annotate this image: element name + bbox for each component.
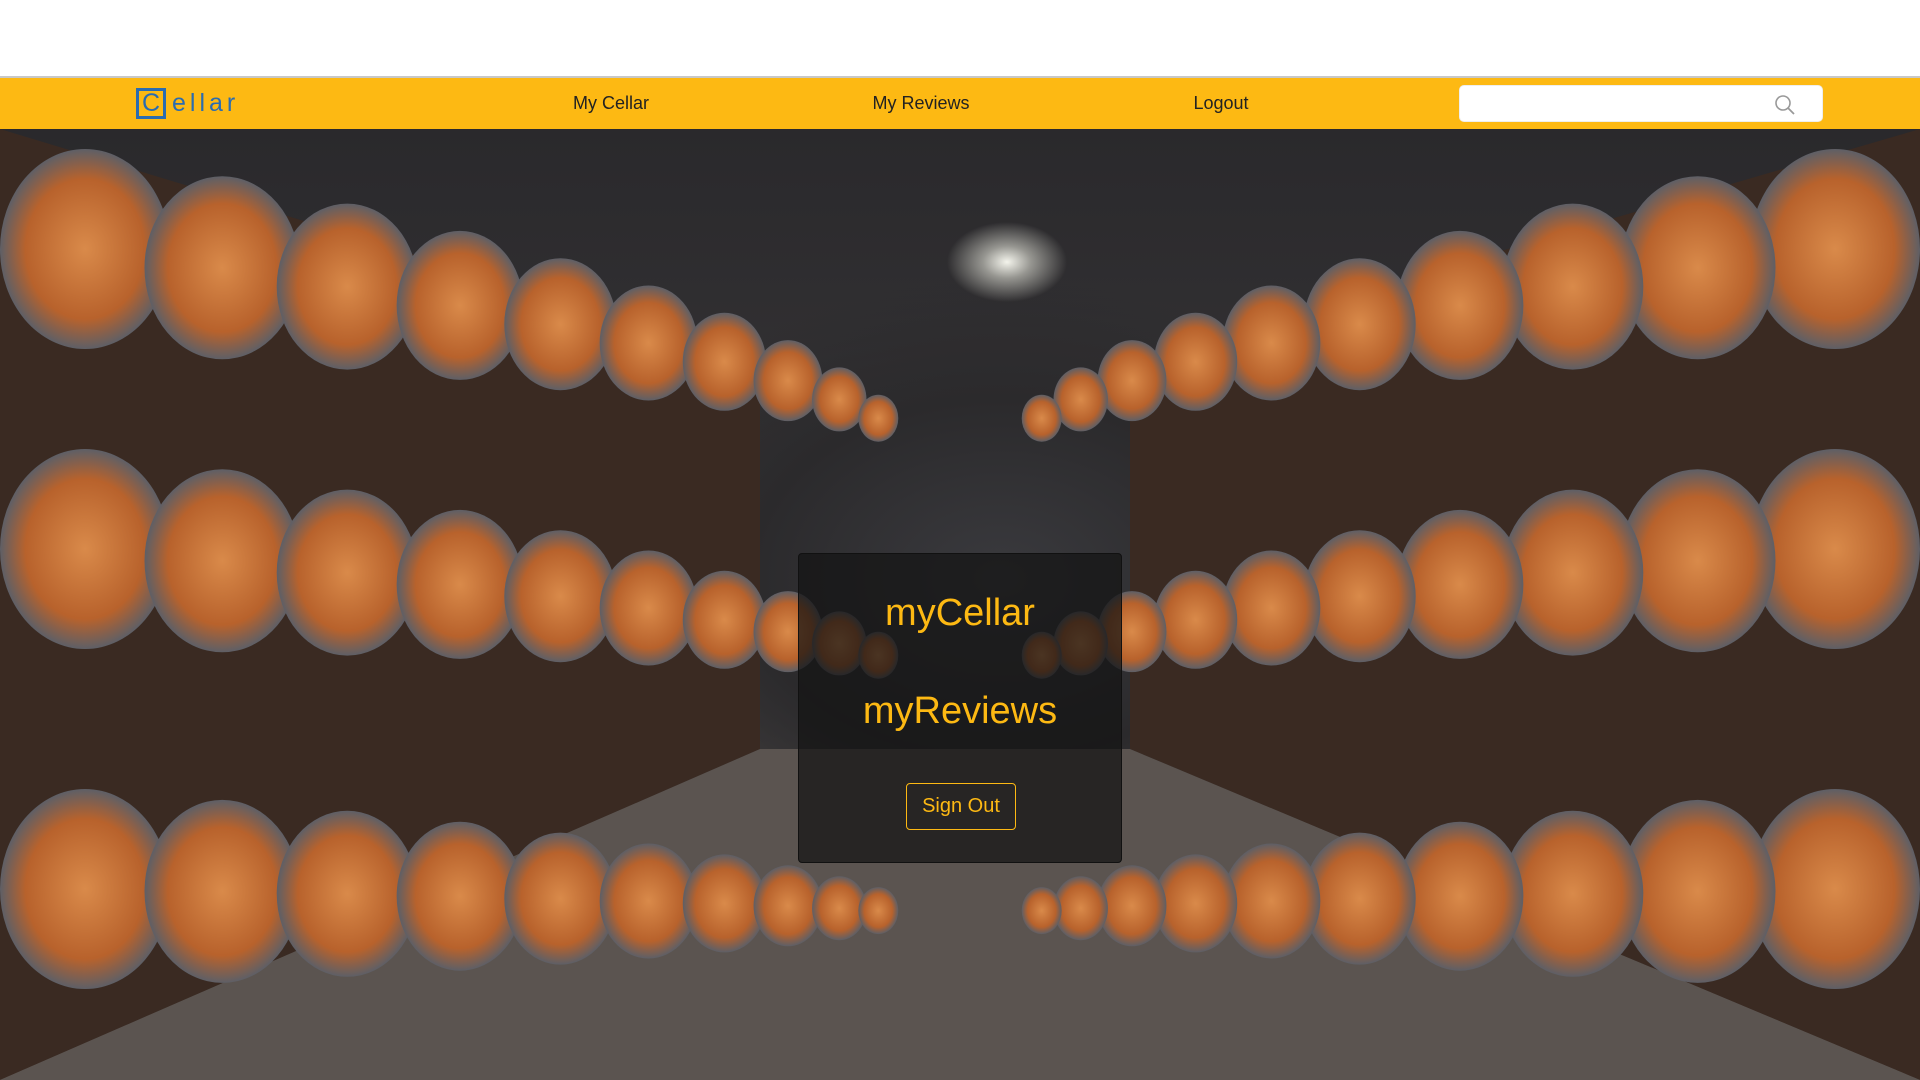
browser-top-area	[0, 0, 1920, 78]
nav-my-reviews[interactable]: My Reviews	[872, 78, 969, 129]
barrel	[504, 258, 617, 391]
barrel	[1396, 509, 1524, 659]
barrel	[753, 865, 823, 947]
barrel	[599, 550, 698, 666]
barrel	[599, 285, 698, 401]
search-input[interactable]	[1460, 86, 1760, 121]
barrel	[1053, 367, 1108, 432]
barrel	[1097, 340, 1167, 422]
logo-text: ellar	[172, 89, 240, 117]
barrel	[1021, 887, 1062, 935]
barrel	[1750, 789, 1920, 989]
barrel	[1303, 832, 1416, 965]
barrel	[1222, 285, 1321, 401]
barrel	[0, 149, 170, 349]
my-reviews-link[interactable]: myReviews	[799, 690, 1121, 733]
barrel	[144, 176, 301, 360]
my-cellar-link[interactable]: myCellar	[799, 592, 1121, 635]
barrel	[1502, 203, 1644, 370]
barrel	[682, 854, 767, 953]
barrel	[276, 489, 418, 656]
barrel	[1750, 149, 1920, 349]
sign-out-button[interactable]: Sign Out	[906, 783, 1016, 830]
barrel	[1153, 312, 1238, 411]
barrel	[682, 312, 767, 411]
search-box	[1459, 85, 1823, 122]
barrel	[504, 832, 617, 965]
barrel	[144, 799, 301, 983]
barrel	[1222, 843, 1321, 959]
barrel	[812, 876, 867, 941]
barrel	[1396, 230, 1524, 380]
barrel	[1502, 810, 1644, 977]
navbar: C ellar My Cellar My Reviews Logout	[0, 78, 1920, 129]
barrel	[276, 810, 418, 977]
barrel	[1396, 821, 1524, 971]
barrel	[1750, 449, 1920, 649]
barrel	[682, 570, 767, 669]
logo[interactable]: C ellar	[136, 88, 239, 119]
barrel	[1153, 570, 1238, 669]
barrel	[0, 449, 170, 649]
barrel	[1222, 550, 1321, 666]
logo-initial: C	[136, 88, 166, 119]
hero-background: myCellar myReviews Sign Out	[0, 129, 1920, 1080]
barrel	[1619, 176, 1776, 360]
barrel	[1502, 489, 1644, 656]
nav-my-cellar[interactable]: My Cellar	[573, 78, 649, 129]
barrel	[1097, 865, 1167, 947]
nav-logout[interactable]: Logout	[1193, 78, 1248, 129]
barrel	[504, 530, 617, 663]
barrel	[1021, 394, 1062, 442]
barrel	[0, 789, 170, 989]
barrel	[599, 843, 698, 959]
search-icon[interactable]	[1774, 94, 1796, 116]
barrel	[1619, 799, 1776, 983]
barrel	[812, 367, 867, 432]
barrel	[144, 469, 301, 653]
barrel	[753, 340, 823, 422]
barrel	[858, 887, 899, 935]
welcome-card: myCellar myReviews Sign Out	[798, 553, 1122, 863]
barrel	[396, 509, 524, 659]
barrel	[858, 394, 899, 442]
barrel	[1619, 469, 1776, 653]
barrel	[1303, 258, 1416, 391]
barrel	[396, 821, 524, 971]
barrel	[1053, 876, 1108, 941]
barrel	[276, 203, 418, 370]
barrel	[396, 230, 524, 380]
barrel	[1153, 854, 1238, 953]
barrel	[1303, 530, 1416, 663]
